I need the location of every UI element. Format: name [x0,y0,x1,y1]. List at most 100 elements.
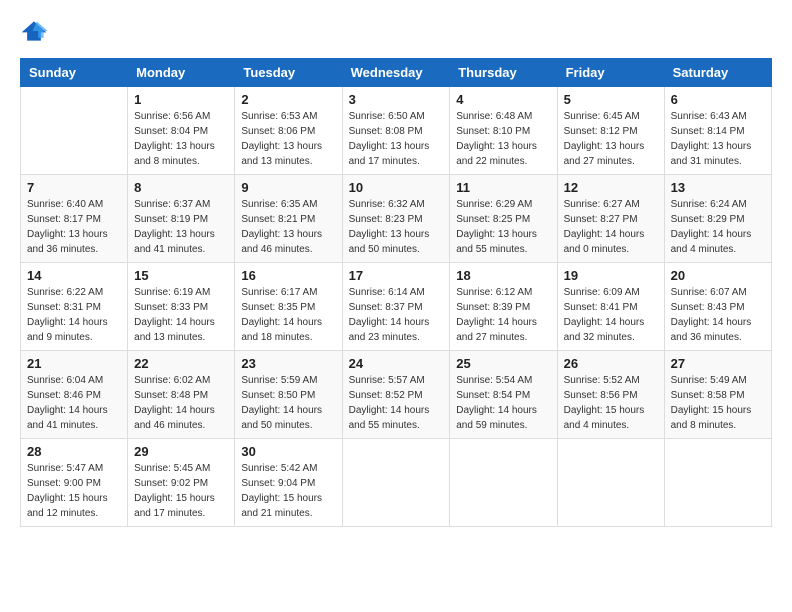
day-number: 24 [349,356,444,371]
day-number: 21 [27,356,121,371]
calendar-cell: 2 Sunrise: 6:53 AM Sunset: 8:06 PM Daylig… [235,87,342,175]
day-info: Sunrise: 6:24 AM Sunset: 8:29 PM Dayligh… [671,197,765,257]
calendar-cell [342,439,450,527]
calendar-cell: 22 Sunrise: 6:02 AM Sunset: 8:48 PM Dayli… [128,351,235,439]
calendar-cell: 4 Sunrise: 6:48 AM Sunset: 8:10 PM Daylig… [450,87,557,175]
calendar-cell: 19 Sunrise: 6:09 AM Sunset: 8:41 PM Dayli… [557,263,664,351]
day-number: 27 [671,356,765,371]
day-number: 9 [241,180,335,195]
calendar-cell: 6 Sunrise: 6:43 AM Sunset: 8:14 PM Daylig… [664,87,771,175]
day-info: Sunrise: 6:40 AM Sunset: 8:17 PM Dayligh… [27,197,121,257]
col-header-sunday: Sunday [21,59,128,87]
col-header-tuesday: Tuesday [235,59,342,87]
calendar-cell: 11Sunrise: 6:29 AM Sunset: 8:25 PM Dayli… [450,175,557,263]
day-info: Sunrise: 5:45 AM Sunset: 9:02 PM Dayligh… [134,461,228,521]
calendar-table: SundayMondayTuesdayWednesdayThursdayFrid… [20,58,772,527]
day-info: Sunrise: 6:14 AM Sunset: 8:37 PM Dayligh… [349,285,444,345]
day-number: 16 [241,268,335,283]
day-number: 3 [349,92,444,107]
calendar-cell: 5Sunrise: 6:45 AM Sunset: 8:12 PM Daylig… [557,87,664,175]
calendar-week-4: 21 Sunrise: 6:04 AM Sunset: 8:46 PM Dayli… [21,351,772,439]
day-number: 13 [671,180,765,195]
day-number: 17 [349,268,444,283]
calendar-cell: 21 Sunrise: 6:04 AM Sunset: 8:46 PM Dayli… [21,351,128,439]
calendar-cell: 14 Sunrise: 6:22 AM Sunset: 8:31 PM Dayli… [21,263,128,351]
calendar-cell: 15 Sunrise: 6:19 AM Sunset: 8:33 PM Dayli… [128,263,235,351]
calendar-cell: 12Sunrise: 6:27 AM Sunset: 8:27 PM Dayli… [557,175,664,263]
calendar-cell [21,87,128,175]
logo-icon [20,20,48,42]
day-info: Sunrise: 6:09 AM Sunset: 8:41 PM Dayligh… [564,285,658,345]
day-number: 5 [564,92,658,107]
calendar-cell: 16 Sunrise: 6:17 AM Sunset: 8:35 PM Dayli… [235,263,342,351]
calendar-cell: 25Sunrise: 5:54 AM Sunset: 8:54 PM Dayli… [450,351,557,439]
calendar-week-1: 1Sunrise: 6:56 AM Sunset: 8:04 PM Daylig… [21,87,772,175]
calendar-cell: 28 Sunrise: 5:47 AM Sunset: 9:00 PM Dayli… [21,439,128,527]
day-info: Sunrise: 5:57 AM Sunset: 8:52 PM Dayligh… [349,373,444,433]
day-info: Sunrise: 6:32 AM Sunset: 8:23 PM Dayligh… [349,197,444,257]
day-info: Sunrise: 5:54 AM Sunset: 8:54 PM Dayligh… [456,373,550,433]
day-number: 30 [241,444,335,459]
calendar-cell: 17 Sunrise: 6:14 AM Sunset: 8:37 PM Dayli… [342,263,450,351]
day-info: Sunrise: 6:19 AM Sunset: 8:33 PM Dayligh… [134,285,228,345]
day-info: Sunrise: 6:27 AM Sunset: 8:27 PM Dayligh… [564,197,658,257]
day-info: Sunrise: 6:56 AM Sunset: 8:04 PM Dayligh… [134,109,228,169]
calendar-cell: 24 Sunrise: 5:57 AM Sunset: 8:52 PM Dayli… [342,351,450,439]
calendar-cell: 3Sunrise: 6:50 AM Sunset: 8:08 PM Daylig… [342,87,450,175]
day-number: 2 [241,92,335,107]
calendar-cell: 26 Sunrise: 5:52 AM Sunset: 8:56 PM Dayli… [557,351,664,439]
day-number: 22 [134,356,228,371]
calendar-cell: 1Sunrise: 6:56 AM Sunset: 8:04 PM Daylig… [128,87,235,175]
day-info: Sunrise: 5:52 AM Sunset: 8:56 PM Dayligh… [564,373,658,433]
page-header [20,20,772,42]
day-number: 6 [671,92,765,107]
day-number: 19 [564,268,658,283]
calendar-week-2: 7 Sunrise: 6:40 AM Sunset: 8:17 PM Daylig… [21,175,772,263]
day-number: 29 [134,444,228,459]
calendar-cell: 7 Sunrise: 6:40 AM Sunset: 8:17 PM Daylig… [21,175,128,263]
calendar-cell [664,439,771,527]
calendar-cell: 29 Sunrise: 5:45 AM Sunset: 9:02 PM Dayli… [128,439,235,527]
calendar-week-3: 14 Sunrise: 6:22 AM Sunset: 8:31 PM Dayli… [21,263,772,351]
day-number: 18 [456,268,550,283]
calendar-cell: 27 Sunrise: 5:49 AM Sunset: 8:58 PM Dayli… [664,351,771,439]
day-info: Sunrise: 6:37 AM Sunset: 8:19 PM Dayligh… [134,197,228,257]
day-number: 26 [564,356,658,371]
day-number: 4 [456,92,550,107]
day-info: Sunrise: 5:49 AM Sunset: 8:58 PM Dayligh… [671,373,765,433]
day-info: Sunrise: 6:04 AM Sunset: 8:46 PM Dayligh… [27,373,121,433]
day-number: 28 [27,444,121,459]
day-number: 10 [349,180,444,195]
day-info: Sunrise: 6:29 AM Sunset: 8:25 PM Dayligh… [456,197,550,257]
col-header-monday: Monday [128,59,235,87]
calendar-cell: 18 Sunrise: 6:12 AM Sunset: 8:39 PM Dayli… [450,263,557,351]
calendar-cell: 8 Sunrise: 6:37 AM Sunset: 8:19 PM Daylig… [128,175,235,263]
col-header-wednesday: Wednesday [342,59,450,87]
day-info: Sunrise: 6:53 AM Sunset: 8:06 PM Dayligh… [241,109,335,169]
col-header-saturday: Saturday [664,59,771,87]
day-number: 8 [134,180,228,195]
day-info: Sunrise: 5:47 AM Sunset: 9:00 PM Dayligh… [27,461,121,521]
col-header-friday: Friday [557,59,664,87]
day-info: Sunrise: 6:02 AM Sunset: 8:48 PM Dayligh… [134,373,228,433]
day-info: Sunrise: 6:48 AM Sunset: 8:10 PM Dayligh… [456,109,550,169]
calendar-cell: 9 Sunrise: 6:35 AM Sunset: 8:21 PM Daylig… [235,175,342,263]
day-info: Sunrise: 6:12 AM Sunset: 8:39 PM Dayligh… [456,285,550,345]
calendar-cell: 20 Sunrise: 6:07 AM Sunset: 8:43 PM Dayli… [664,263,771,351]
day-info: Sunrise: 6:43 AM Sunset: 8:14 PM Dayligh… [671,109,765,169]
calendar-cell [450,439,557,527]
calendar-cell [557,439,664,527]
calendar-cell: 10 Sunrise: 6:32 AM Sunset: 8:23 PM Dayli… [342,175,450,263]
day-info: Sunrise: 6:22 AM Sunset: 8:31 PM Dayligh… [27,285,121,345]
day-info: Sunrise: 6:07 AM Sunset: 8:43 PM Dayligh… [671,285,765,345]
day-info: Sunrise: 6:17 AM Sunset: 8:35 PM Dayligh… [241,285,335,345]
day-info: Sunrise: 6:35 AM Sunset: 8:21 PM Dayligh… [241,197,335,257]
col-header-thursday: Thursday [450,59,557,87]
calendar-header-row: SundayMondayTuesdayWednesdayThursdayFrid… [21,59,772,87]
day-number: 20 [671,268,765,283]
day-info: Sunrise: 5:59 AM Sunset: 8:50 PM Dayligh… [241,373,335,433]
day-number: 7 [27,180,121,195]
logo [20,20,52,42]
day-number: 14 [27,268,121,283]
day-number: 15 [134,268,228,283]
